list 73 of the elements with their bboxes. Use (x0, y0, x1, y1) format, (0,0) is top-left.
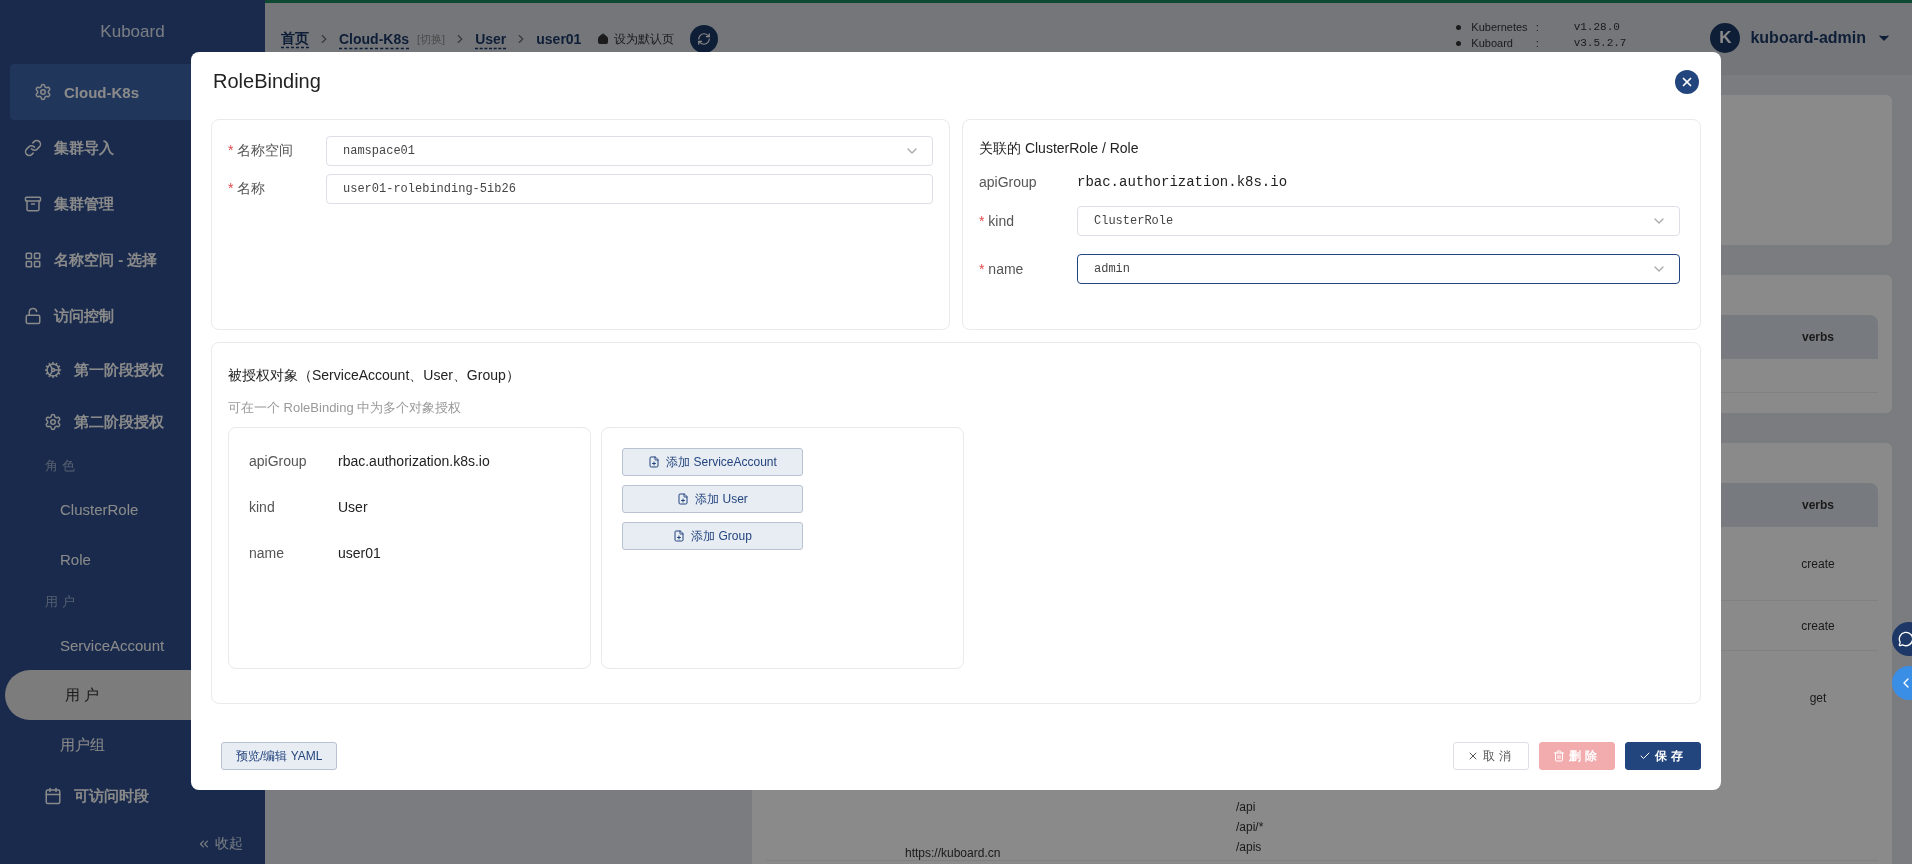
breadcrumb-link[interactable]: User (475, 31, 507, 47)
save-button[interactable]: 保存 (1625, 742, 1701, 770)
unlock-icon (24, 307, 42, 325)
breadcrumb-link[interactable]: user01 (536, 31, 582, 47)
user-menu[interactable]: K kuboard-admin (1710, 23, 1892, 53)
footer-link[interactable]: https://kuboard.cn (905, 846, 1001, 860)
field-label: * 名称 (228, 180, 267, 198)
field-label: apiGroup (979, 174, 1038, 190)
yaml-button[interactable]: 预览/编辑 YAML (221, 742, 338, 770)
file-plus-icon (677, 493, 690, 505)
field-label: * kind (979, 213, 1016, 229)
resource-path: /api/* (1236, 820, 1265, 834)
home-icon (597, 33, 610, 45)
app-title: Kuboard (99, 21, 166, 43)
calendar-icon (44, 787, 62, 805)
gear-icon (44, 413, 62, 431)
version-name: Kubernetes (1456, 21, 1528, 33)
table-cell-text: create (1800, 618, 1836, 633)
select-field[interactable]: admin (1077, 254, 1680, 284)
sidebar-item[interactable]: 访问控制 (0, 288, 265, 344)
column-header: verbs (1801, 498, 1835, 512)
chat-icon (1898, 631, 1912, 647)
version-value: v1.28.0 (1573, 21, 1621, 33)
input-field[interactable]: user01-rolebinding-5ib26 (326, 174, 933, 204)
select-field[interactable]: namspace01 (326, 136, 933, 166)
field-label: apiGroup (249, 453, 308, 469)
link-icon (24, 139, 42, 157)
version-colon: : (1535, 21, 1540, 33)
set-default-link[interactable]: 设为默认页 (597, 30, 675, 48)
version-colon: : (1535, 37, 1540, 49)
version-value: v3.5.2.7 (1573, 37, 1627, 49)
cancel-button[interactable]: 取消 (1453, 742, 1529, 770)
version-name: Kuboard (1456, 37, 1528, 49)
close-icon (1680, 75, 1694, 89)
field-label: name (249, 545, 286, 561)
field-value: user01 (338, 545, 382, 561)
section-title: 关联的 ClusterRole / Role (979, 140, 1140, 158)
tray-icon (24, 195, 42, 213)
field-value: rbac.authorization.k8s.io (338, 453, 491, 469)
breadcrumb-link[interactable]: 首页 (281, 30, 309, 48)
gear-icon (44, 361, 62, 379)
grid-icon (24, 251, 42, 269)
trash-icon (1553, 750, 1565, 762)
close-button[interactable] (1675, 70, 1699, 94)
field-label: * 名称空间 (228, 142, 295, 160)
file-plus-icon (673, 530, 686, 542)
field-label: * name (979, 261, 1025, 277)
column-header: verbs (1801, 330, 1835, 344)
section-title: 被授权对象（ServiceAccount、User、Group） (228, 367, 521, 385)
file-plus-icon (648, 456, 661, 468)
resource-path: /api (1236, 800, 1257, 814)
add-button[interactable]: 添加 Group (622, 522, 803, 550)
field-value: User (338, 499, 369, 515)
table-cell-text: create (1800, 556, 1836, 571)
refresh-icon (697, 32, 712, 46)
table-cell-text: get (1808, 691, 1828, 705)
sidebar-item[interactable]: 可访问时段 (0, 770, 265, 822)
add-button[interactable]: 添加 ServiceAccount (622, 448, 803, 476)
collapse-button[interactable]: 收起 (0, 824, 265, 864)
check-icon (1639, 750, 1651, 762)
refresh-button[interactable] (690, 25, 719, 53)
close-icon (1467, 750, 1479, 762)
gear-icon (34, 83, 52, 101)
breadcrumb-link[interactable]: Cloud-K8s (339, 31, 409, 47)
resource-path: /apis (1236, 840, 1263, 854)
double-chevron-icon (197, 837, 211, 851)
select-field[interactable]: ClusterRole (1077, 206, 1680, 236)
sidebar-item[interactable]: 名称空间 - 选择 (0, 232, 265, 288)
field-value: rbac.authorization.k8s.io (1077, 174, 1289, 190)
sidebar-group-label: 用 户 (44, 593, 76, 611)
add-button[interactable]: 添加 User (622, 485, 803, 513)
avatar: K (1710, 23, 1741, 53)
field-label: kind (249, 499, 276, 515)
